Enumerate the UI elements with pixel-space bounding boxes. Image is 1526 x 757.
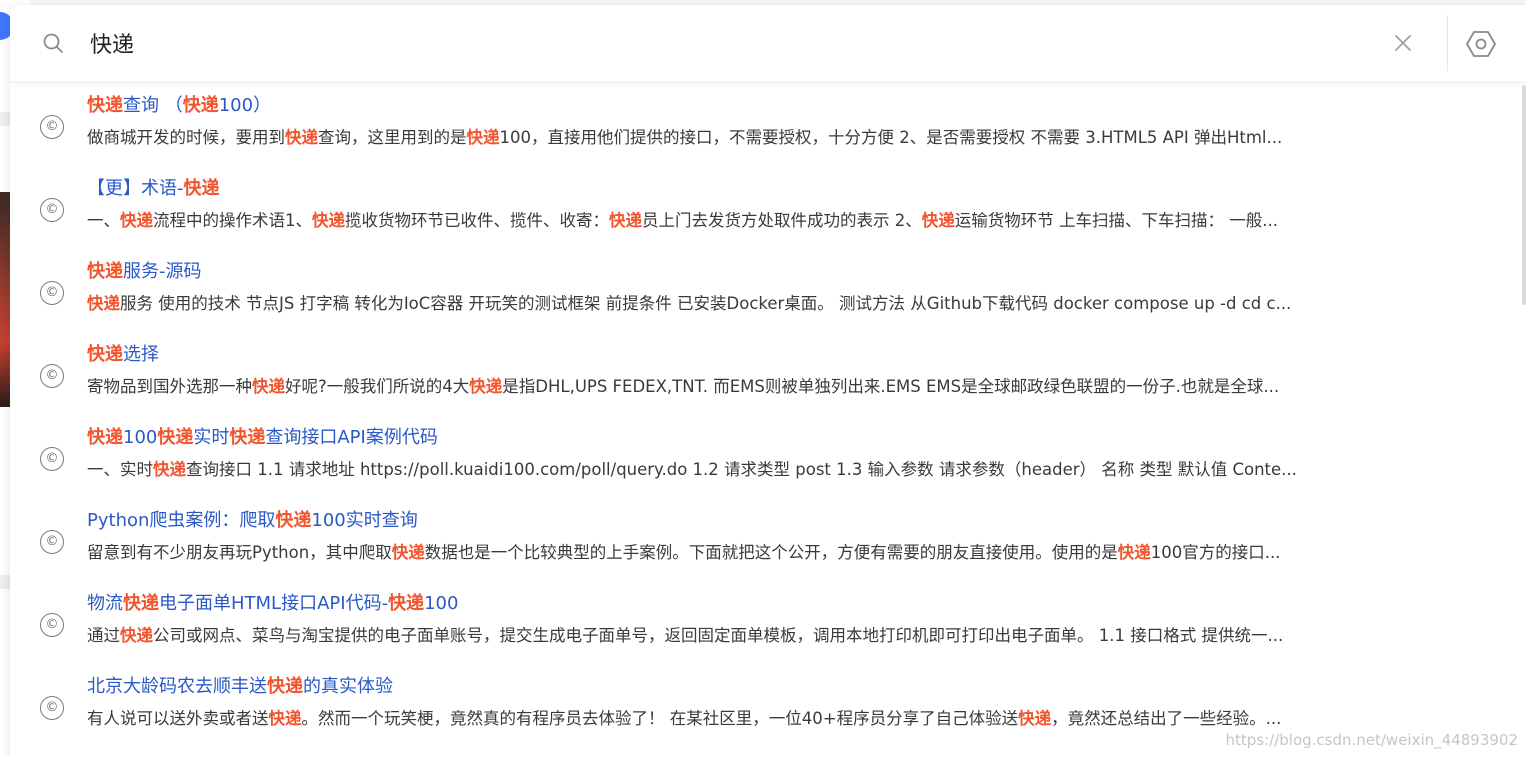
copyright-circle-icon: ©	[40, 281, 64, 305]
result-title[interactable]: 快递100快递实时快递查询接口API案例代码	[87, 425, 1437, 451]
result-description: 做商城开发的时候，要用到快递查询，这里用到的是快递100，直接用他们提供的接口，…	[87, 128, 1283, 147]
page: © 快递查询 （快递100） 做商城开发的时候，要用到快递查询，这里用到的是快递10…	[0, 0, 1526, 757]
keyword-highlight: 快递	[1117, 543, 1151, 562]
copyright-circle-icon: ©	[40, 696, 64, 720]
result-item[interactable]: © 快递选择寄物品到国外选那一种快递好呢?一般我们所说的4大快递是指DHL,UPS…	[10, 342, 1510, 425]
copyright-circle-icon: ©	[40, 115, 64, 139]
search-icon	[43, 33, 63, 53]
toolbar-divider	[1447, 15, 1448, 71]
keyword-highlight: 快递	[120, 626, 153, 645]
keyword-highlight: 快递	[123, 593, 159, 614]
copyright-circle-icon: ©	[40, 364, 64, 388]
keyword-highlight: 快递	[157, 427, 194, 448]
result-description: 一、实时快递查询接口 1.1 请求地址 https://poll.kuaidi1…	[87, 460, 1297, 479]
copyright-circle-icon: ©	[40, 530, 64, 554]
result-description: 有人说可以送外卖或者送快递。然而一个玩笑梗，竟然真的有程序员去体验了！ 在某社区…	[87, 709, 1282, 728]
result-title[interactable]: Python爬虫案例：爬取快递100实时查询	[87, 508, 1437, 534]
result-description: 快递服务 使用的技术 节点JS 打字稿 转化为IoC容器 开玩笑的测试框架 前提…	[87, 294, 1292, 313]
keyword-highlight: 快递	[229, 427, 266, 448]
keyword-highlight: 快递	[469, 377, 503, 396]
keyword-highlight: 快递	[609, 211, 642, 230]
result-item[interactable]: © 快递100快递实时快递查询接口API案例代码一、实时快递查询接口 1.1 请求…	[10, 425, 1510, 508]
scrollbar[interactable]	[1522, 85, 1526, 305]
keyword-highlight: 快递	[87, 427, 123, 448]
keyword-highlight: 快递	[120, 211, 153, 230]
close-icon[interactable]	[1392, 32, 1414, 54]
result-title[interactable]: 快递选择	[87, 342, 1437, 368]
result-item[interactable]: © 快递查询 （快递100） 做商城开发的时候，要用到快递查询，这里用到的是快递10…	[10, 93, 1510, 176]
result-description: 留意到有不少朋友再玩Python，其中爬取快递数据也是一个比较典型的上手案例。下…	[87, 543, 1281, 562]
results-list: © 快递查询 （快递100） 做商城开发的时候，要用到快递查询，这里用到的是快递10…	[10, 93, 1510, 757]
keyword-highlight: 快递	[252, 377, 285, 396]
watermark: https://blog.csdn.net/weixin_44893902	[1225, 731, 1518, 749]
result-title[interactable]: 快递服务-源码	[87, 259, 1437, 285]
search-bar	[10, 5, 1526, 82]
keyword-highlight: 快递	[391, 543, 425, 562]
result-description: 通过快递公司或网点、菜鸟与淘宝提供的电子面单账号，提交生成电子面单号，返回固定面…	[87, 626, 1284, 645]
keyword-highlight: 快递	[921, 211, 955, 230]
keyword-highlight: 快递	[87, 95, 123, 116]
search-panel: © 快递查询 （快递100） 做商城开发的时候，要用到快递查询，这里用到的是快递10…	[10, 5, 1526, 757]
keyword-highlight: 快递	[268, 709, 302, 728]
keyword-highlight: 快递	[87, 294, 120, 313]
keyword-highlight: 快递	[153, 460, 186, 479]
result-title[interactable]: 物流快递电子面单HTML接口API代码-快递100	[87, 591, 1437, 617]
hexagon-settings-icon[interactable]	[1466, 29, 1496, 59]
keyword-highlight: 快递	[312, 211, 345, 230]
keyword-highlight: 快递	[388, 593, 425, 614]
search-input[interactable]	[90, 23, 1350, 63]
copyright-circle-icon: ©	[40, 613, 64, 637]
keyword-highlight: 快递	[87, 261, 123, 282]
result-description: 一、快递流程中的操作术语1、快递揽收货物环节已收件、揽件、收寄：快递员上门去发货…	[87, 211, 1278, 230]
copyright-circle-icon: ©	[40, 447, 64, 471]
keyword-highlight: 快递	[183, 178, 220, 199]
keyword-highlight: 快递	[285, 128, 318, 147]
result-item[interactable]: © 【更】术语-快递一、快递流程中的操作术语1、快递揽收货物环节已收件、揽件、收寄…	[10, 176, 1510, 259]
result-title[interactable]: 快递查询 （快递100）	[87, 93, 1437, 119]
keyword-highlight: 快递	[466, 128, 500, 147]
result-title[interactable]: 北京大龄码农去顺丰送快递的真实体验	[87, 674, 1437, 700]
result-description: 寄物品到国外选那一种快递好呢?一般我们所说的4大快递是指DHL,UPS FEDE…	[87, 377, 1280, 396]
keyword-highlight: 快递	[182, 95, 219, 116]
keyword-highlight: 快递	[1018, 709, 1052, 728]
result-item[interactable]: © Python爬虫案例：爬取快递100实时查询留意到有不少朋友再玩Python，…	[10, 508, 1510, 591]
copyright-circle-icon: ©	[40, 198, 64, 222]
result-title[interactable]: 【更】术语-快递	[87, 176, 1437, 202]
keyword-highlight: 快递	[267, 676, 303, 697]
result-item[interactable]: © 物流快递电子面单HTML接口API代码-快递100 通过快递公司或网点、菜鸟与淘…	[10, 591, 1510, 674]
keyword-highlight: 快递	[275, 510, 312, 531]
keyword-highlight: 快递	[87, 344, 123, 365]
result-item[interactable]: © 快递服务-源码快递服务 使用的技术 节点JS 打字稿 转化为IoC容器 开玩笑…	[10, 259, 1510, 342]
